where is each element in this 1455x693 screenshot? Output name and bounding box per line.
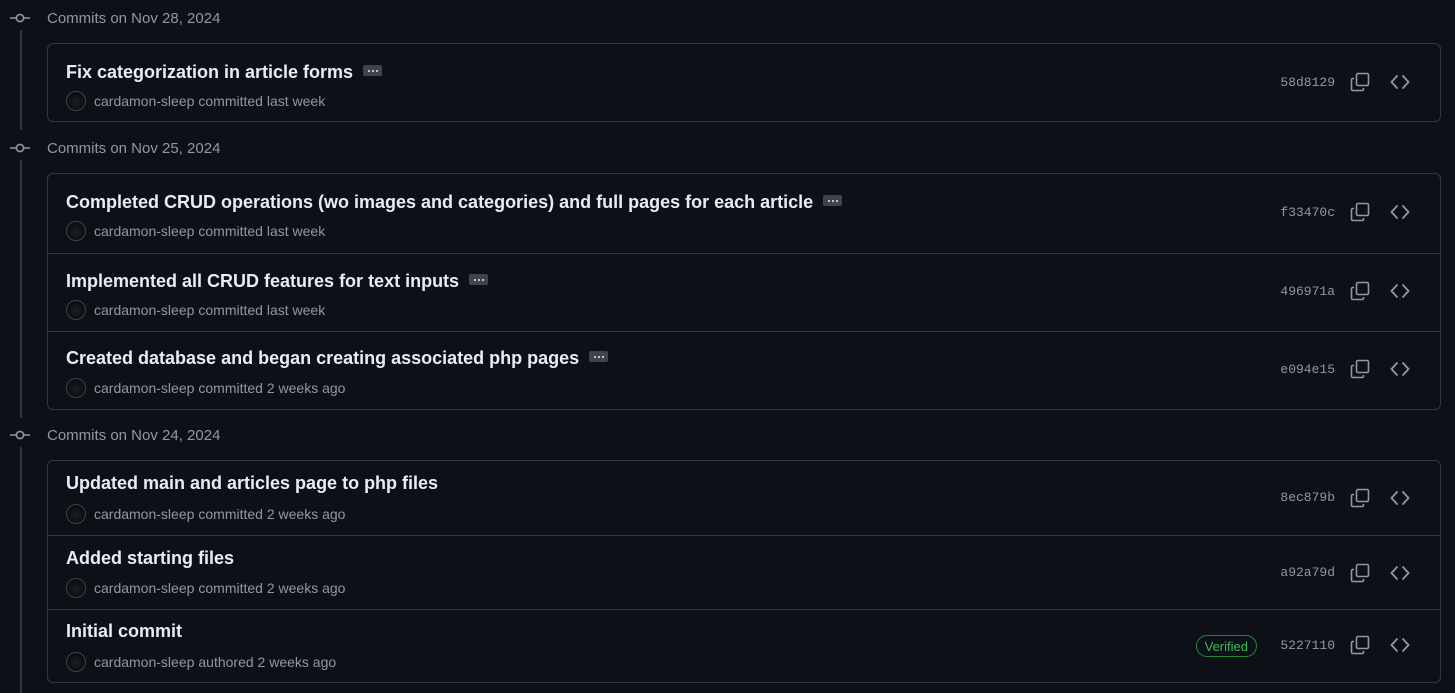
commit-row: Created database and began creating asso…: [48, 331, 1440, 409]
author-link[interactable]: cardamon-sleep: [94, 223, 194, 239]
author-link[interactable]: cardamon-sleep: [94, 580, 194, 596]
commit-title-wrap: Implemented all CRUD features for text i…: [66, 271, 489, 292]
copy-icon[interactable]: [1350, 488, 1370, 508]
expand-message-button[interactable]: [589, 351, 609, 362]
commit-sha-link[interactable]: 58d8129: [1280, 75, 1335, 90]
commit-list: Completed CRUD operations (wo images and…: [47, 173, 1441, 410]
commit-meta: cardamon-sleep committed last week: [66, 91, 325, 111]
commit-row: Initial commit cardamon-sleep authored 2…: [48, 609, 1440, 682]
commit-list: Updated main and articles page to php fi…: [47, 460, 1441, 683]
commit-title-wrap: Completed CRUD operations (wo images and…: [66, 192, 843, 213]
commit-meta: cardamon-sleep committed 2 weeks ago: [66, 504, 345, 524]
expand-message-button[interactable]: [363, 65, 383, 76]
commit-group-header: Commits on Nov 28, 2024: [0, 6, 220, 30]
commit-row: Added starting files cardamon-sleep comm…: [48, 535, 1440, 609]
git-commit-icon: [0, 136, 40, 160]
commit-time: committed last week: [198, 223, 326, 239]
code-icon[interactable]: [1390, 488, 1410, 508]
commit-meta: cardamon-sleep committed last week: [66, 300, 325, 320]
commit-list: Fix categorization in article forms card…: [47, 43, 1441, 122]
author-link[interactable]: cardamon-sleep: [94, 380, 194, 396]
commit-meta: cardamon-sleep committed last week: [66, 221, 325, 241]
commit-title-wrap: Fix categorization in article forms: [66, 62, 383, 83]
commit-time: committed last week: [198, 302, 326, 318]
code-icon[interactable]: [1390, 563, 1410, 583]
code-icon[interactable]: [1390, 281, 1410, 301]
avatar[interactable]: [66, 378, 86, 398]
avatar[interactable]: [66, 652, 86, 672]
author-link[interactable]: cardamon-sleep: [94, 506, 194, 522]
commit-time: committed last week: [198, 93, 326, 109]
commit-meta: cardamon-sleep committed 2 weeks ago: [66, 378, 345, 398]
commit-sha-link[interactable]: 8ec879b: [1280, 490, 1335, 505]
avatar[interactable]: [66, 578, 86, 598]
commit-sha-link[interactable]: 5227110: [1280, 638, 1335, 653]
copy-icon[interactable]: [1350, 563, 1370, 583]
commit-sha-link[interactable]: f33470c: [1280, 205, 1335, 220]
commit-row: Completed CRUD operations (wo images and…: [48, 174, 1440, 253]
commit-message-link[interactable]: Implemented all CRUD features for text i…: [66, 271, 459, 292]
avatar[interactable]: [66, 504, 86, 524]
commit-title-wrap: Updated main and articles page to php fi…: [66, 473, 438, 494]
avatar[interactable]: [66, 91, 86, 111]
timeline-line: [20, 160, 22, 418]
commit-sha-link[interactable]: e094e15: [1280, 362, 1335, 377]
copy-icon[interactable]: [1350, 635, 1370, 655]
copy-icon[interactable]: [1350, 281, 1370, 301]
author-link[interactable]: cardamon-sleep: [94, 302, 194, 318]
git-commit-icon: [0, 423, 40, 447]
code-icon[interactable]: [1390, 202, 1410, 222]
verified-badge[interactable]: Verified: [1195, 635, 1257, 657]
expand-message-button[interactable]: [823, 195, 843, 206]
commit-group-title: Commits on Nov 24, 2024: [47, 426, 221, 444]
timeline-line: [20, 30, 22, 130]
commit-message-link[interactable]: Completed CRUD operations (wo images and…: [66, 192, 813, 213]
code-icon[interactable]: [1390, 635, 1410, 655]
expand-message-button[interactable]: [469, 274, 489, 285]
commit-time: authored 2 weeks ago: [198, 654, 337, 670]
timeline-line: [20, 447, 22, 693]
commit-title-wrap: Added starting files: [66, 548, 234, 569]
commit-message-link[interactable]: Fix categorization in article forms: [66, 62, 353, 83]
commit-sha-link[interactable]: 496971a: [1280, 284, 1335, 299]
author-link[interactable]: cardamon-sleep: [94, 93, 194, 109]
code-icon[interactable]: [1390, 359, 1410, 379]
code-icon[interactable]: [1390, 72, 1410, 92]
copy-icon[interactable]: [1350, 72, 1370, 92]
commit-row: Updated main and articles page to php fi…: [48, 461, 1440, 535]
avatar[interactable]: [66, 300, 86, 320]
commit-time: committed 2 weeks ago: [198, 580, 346, 596]
copy-icon[interactable]: [1350, 359, 1370, 379]
commit-row: Fix categorization in article forms card…: [48, 44, 1440, 121]
commit-message-link[interactable]: Updated main and articles page to php fi…: [66, 473, 438, 494]
commit-group-title: Commits on Nov 25, 2024: [47, 139, 221, 157]
commit-meta: cardamon-sleep authored 2 weeks ago: [66, 652, 336, 672]
commit-title-wrap: Created database and began creating asso…: [66, 348, 609, 369]
copy-icon[interactable]: [1350, 202, 1370, 222]
commit-group-header: Commits on Nov 25, 2024: [0, 136, 220, 160]
commit-time: committed 2 weeks ago: [198, 380, 346, 396]
commit-meta: cardamon-sleep committed 2 weeks ago: [66, 578, 345, 598]
author-link[interactable]: cardamon-sleep: [94, 654, 194, 670]
git-commit-icon: [0, 6, 40, 30]
avatar[interactable]: [66, 221, 86, 241]
commit-group-header: Commits on Nov 24, 2024: [0, 423, 220, 447]
commit-group-title: Commits on Nov 28, 2024: [47, 9, 221, 27]
commit-row: Implemented all CRUD features for text i…: [48, 253, 1440, 331]
commit-title-wrap: Initial commit: [66, 621, 182, 642]
commit-time: committed 2 weeks ago: [198, 506, 346, 522]
commit-message-link[interactable]: Created database and began creating asso…: [66, 348, 579, 369]
commit-sha-link[interactable]: a92a79d: [1280, 565, 1335, 580]
commit-message-link[interactable]: Initial commit: [66, 621, 182, 642]
commit-message-link[interactable]: Added starting files: [66, 548, 234, 569]
